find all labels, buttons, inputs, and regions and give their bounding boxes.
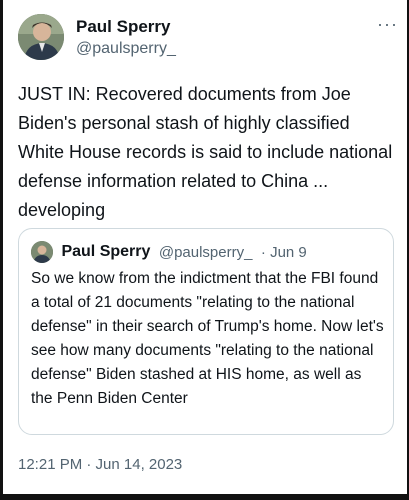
quoted-author-display-name: Paul Sperry <box>61 243 151 260</box>
quoted-tweet[interactable]: Paul Sperry @paulsperry_ · Jun 9 So we k… <box>18 228 394 435</box>
screen-edge-bottom <box>0 494 409 500</box>
tweet-header: Paul Sperry @paulsperry_ ··· <box>18 12 398 62</box>
tweet-timestamp[interactable]: 12:21 PM · Jun 14, 2023 <box>18 456 182 473</box>
quoted-tweet-text: So we know from the indictment that the … <box>31 270 384 407</box>
quoted-tweet-date: · Jun 9 <box>260 243 307 261</box>
more-options-icon[interactable]: ··· <box>377 14 398 35</box>
author-names: Paul Sperry @paulsperry_ <box>76 16 176 60</box>
tweet-text: JUST IN: Recovered documents from Joe Bi… <box>18 84 393 220</box>
quoted-author-handle: @paulsperry_ <box>158 243 253 261</box>
author-display-name[interactable]: Paul Sperry <box>76 16 176 38</box>
quoted-tweet-header: Paul Sperry @paulsperry_ · Jun 9 <box>31 241 307 265</box>
quoted-author-avatar <box>31 241 53 263</box>
author-avatar[interactable] <box>18 14 64 60</box>
screen-edge-left <box>0 0 3 500</box>
author-handle[interactable]: @paulsperry_ <box>76 38 176 60</box>
